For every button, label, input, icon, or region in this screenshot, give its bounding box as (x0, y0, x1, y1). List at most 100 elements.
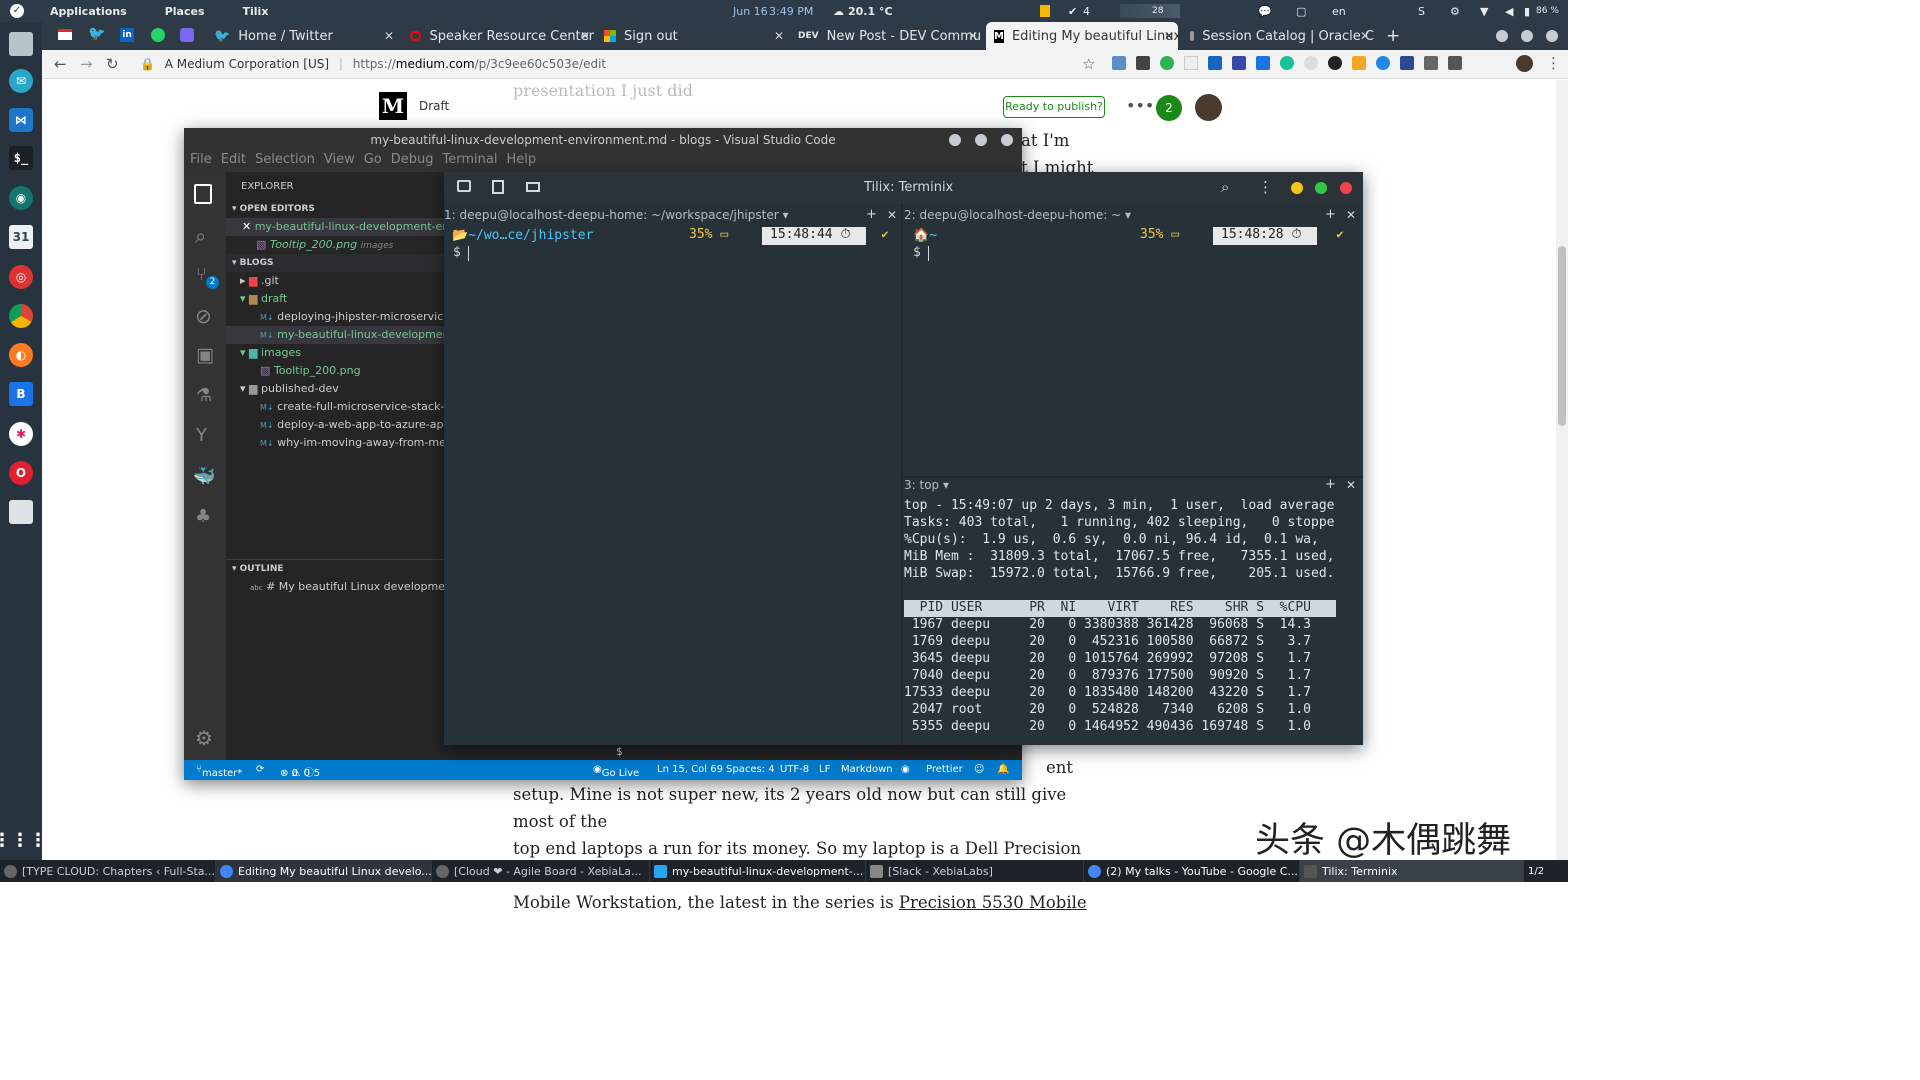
menu-edit[interactable]: Edit (221, 152, 246, 172)
skype-icon[interactable]: S (1418, 5, 1425, 18)
bookmark-star-icon[interactable]: ☆ (1082, 55, 1095, 73)
reload-icon[interactable]: ↻ (106, 55, 119, 73)
back-icon[interactable]: ← (54, 55, 67, 73)
search-icon[interactable]: ⌕ (195, 224, 206, 248)
extension-icon[interactable] (1328, 56, 1342, 70)
date-label[interactable]: Jun 16 (733, 5, 768, 18)
encoding-status[interactable]: UTF-8 (780, 764, 809, 775)
medium-logo[interactable]: M (379, 92, 407, 120)
indentation-status[interactable]: Spaces: 4 (726, 764, 775, 775)
tree-file[interactable]: ▧ Tooltip_200.png (226, 362, 444, 380)
debug-icon[interactable]: ⊘ (195, 304, 212, 328)
more-options-icon[interactable]: ••• (1126, 96, 1154, 115)
screenshot-icon[interactable]: ◎ (9, 265, 33, 289)
close-tab-icon[interactable]: ✕ (968, 29, 978, 43)
sidebar-toggle-icon[interactable] (457, 180, 471, 192)
calendar-icon[interactable]: 31 (9, 225, 33, 249)
taskbar-item[interactable]: Editing My beautiful Linux develo... (216, 860, 432, 882)
vscode-maximize-button[interactable] (975, 134, 987, 146)
page-scrollbar[interactable] (1556, 80, 1568, 860)
cursor-position[interactable]: Ln 15, Col 69 (657, 764, 723, 775)
menu-view[interactable]: View (324, 152, 355, 172)
maximize-window-button[interactable] (1521, 30, 1533, 42)
pane-1-close-icon[interactable]: ✕ (887, 208, 897, 222)
outline-header[interactable]: ▾ OUTLINE (226, 559, 444, 577)
tree-file[interactable]: M↓ my-beautiful-linux-development-e (226, 326, 444, 344)
extension-icon[interactable] (1400, 56, 1414, 70)
notes-icon[interactable] (1040, 5, 1050, 17)
extensions-icon[interactable]: ▣ (196, 344, 214, 366)
volume-icon[interactable]: ◀ (1505, 5, 1513, 18)
vscode-minimize-button[interactable] (949, 134, 961, 146)
clipboard-icon[interactable]: ▢ (1296, 5, 1306, 18)
wifi-icon[interactable]: ▼ (1480, 5, 1488, 18)
go-live-button[interactable]: ◉ Go Live (593, 764, 639, 779)
extension-icon[interactable] (1424, 56, 1438, 70)
extension-icon[interactable] (1256, 56, 1270, 70)
opera-icon[interactable]: O (9, 461, 33, 485)
tilix-minimize-button[interactable] (1291, 182, 1303, 194)
tree-icon[interactable]: ♣ (195, 506, 211, 527)
forward-icon[interactable]: → (80, 55, 93, 73)
files-icon[interactable] (9, 32, 33, 56)
pane-2-title[interactable]: 2: deepu@localhost-deepu-home: ~ ▾ (904, 208, 1131, 224)
problems-status[interactable]: ⊗ 0 ⚠ 0 ⓘ 5 (280, 764, 320, 779)
close-tab-icon[interactable]: ✕ (580, 29, 590, 43)
firefox-icon[interactable]: ◐ (9, 343, 33, 367)
sync-icon[interactable]: ⟳ (256, 764, 264, 775)
taskbar-item[interactable]: [Slack - XebiaLabs] (866, 860, 1084, 882)
tree-file[interactable]: M↓ why-im-moving-away-from-mediur (226, 434, 444, 452)
close-tab-icon[interactable]: ✕ (384, 29, 394, 43)
test-icon[interactable]: ⚗ (196, 385, 212, 406)
linkedin-pinned-tab[interactable]: in (120, 28, 134, 42)
tree-file[interactable]: M↓ deploy-a-web-app-to-azure-app-se (226, 416, 444, 434)
tree-folder[interactable]: ▾ ▆ draft (226, 290, 444, 308)
language-label[interactable]: en (1332, 5, 1346, 18)
close-window-button[interactable] (1546, 30, 1558, 42)
open-editor-item[interactable]: ✕ my-beautiful-linux-development-en (226, 218, 444, 236)
address-bar[interactable]: 🔒 A Medium Corporation [US] | https://me… (134, 53, 1104, 76)
eye-icon[interactable]: ◉ (901, 764, 910, 775)
explorer-icon[interactable] (194, 184, 212, 204)
vscode-terminal-prompt[interactable]: $ (616, 745, 623, 758)
gmail-pinned-tab[interactable] (58, 29, 72, 40)
tab-editing-medium[interactable]: M Editing My beautiful Linux ✕ (986, 22, 1178, 50)
tree-folder[interactable]: ▾ ▆ images (226, 344, 444, 362)
eol-status[interactable]: LF (819, 764, 830, 775)
split-down-icon[interactable] (526, 182, 540, 192)
article-link[interactable]: Precision 5530 Mobile (899, 893, 1087, 912)
profile-avatar[interactable] (1516, 55, 1533, 72)
taskbar-item[interactable]: my-beautiful-linux-development-... (650, 860, 866, 882)
pane-2-close-icon[interactable]: ✕ (1346, 208, 1356, 222)
bitwarden-icon[interactable]: B (9, 382, 33, 406)
tilix-menu-icon[interactable]: ⋮ (1258, 178, 1273, 196)
taskbar-item[interactable]: Tilix: Terminix (1300, 860, 1524, 882)
pane-2-add-icon[interactable]: + (1325, 207, 1336, 222)
settings-icon[interactable]: ⚙ (1450, 5, 1460, 18)
tab-dev-new-post[interactable]: DEV New Post - DEV Communi ✕ (792, 22, 982, 50)
tab-session-catalog[interactable]: Session Catalog | Oracle C ✕ (1182, 22, 1374, 50)
menu-terminal[interactable]: Terminal (443, 152, 498, 172)
extension-icon[interactable] (1232, 56, 1246, 70)
scrollbar-thumb[interactable] (1558, 246, 1566, 426)
menu-debug[interactable]: Debug (391, 152, 434, 172)
battery-icon[interactable]: ▮ (1524, 5, 1530, 18)
docker-icon[interactable]: 🐳 (193, 466, 215, 487)
taskbar-item[interactable]: [Cloud ❤ - Agile Board - XebiaLa... (432, 860, 650, 882)
vscode-close-button[interactable] (1001, 134, 1013, 146)
language-mode[interactable]: Markdown (841, 764, 893, 775)
twitter-pinned-tab[interactable]: 🐦 (88, 26, 105, 42)
split-right-icon[interactable] (492, 180, 504, 194)
vscode-icon[interactable]: ⋈ (9, 108, 33, 132)
notes-app-icon[interactable] (9, 500, 33, 524)
tilix-search-icon[interactable]: ⌕ (1221, 178, 1229, 196)
extension-icon[interactable] (1376, 56, 1390, 70)
taskbar-item[interactable]: (2) My talks - YouTube - Google C... (1084, 860, 1300, 882)
close-tab-icon[interactable]: ✕ (1164, 29, 1174, 43)
manage-gear-icon[interactable]: ⚙ (195, 726, 213, 750)
tilix-maximize-button[interactable] (1315, 182, 1327, 194)
system-menu-icon[interactable]: ✓ (10, 4, 24, 18)
tree-file[interactable]: M↓ deploying-jhipster-microservices-c (226, 308, 444, 326)
taskbar-item[interactable]: [TYPE CLOUD: Chapters ‹ Full-Sta... (0, 860, 216, 882)
open-editors-header[interactable]: ▾ OPEN EDITORS (226, 200, 444, 218)
